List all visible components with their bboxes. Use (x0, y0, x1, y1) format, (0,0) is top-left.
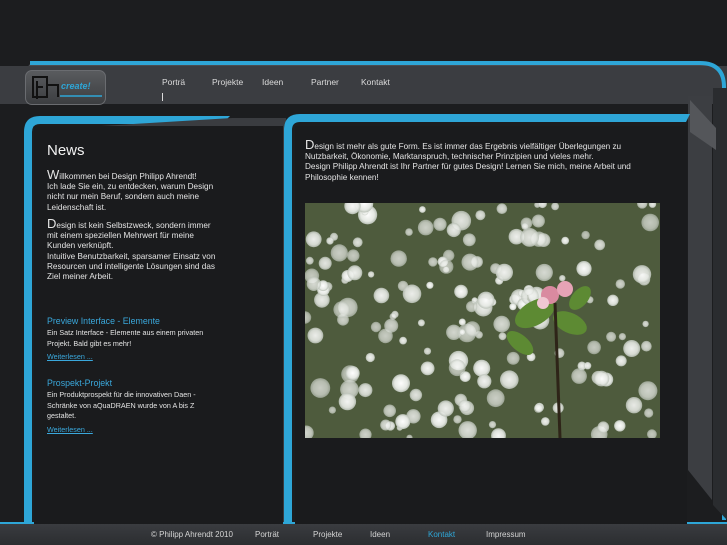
post-readmore-2[interactable]: Weiterlesen ... (47, 425, 93, 434)
news-intro-1: Willkommen bei Design Philipp Ahrendt! I… (47, 167, 247, 213)
logo-text: create! (61, 81, 91, 91)
main-intro-text: esign ist mehr als gute Form. Es ist imm… (305, 142, 631, 182)
footer-link-ideen[interactable]: Ideen (370, 530, 390, 539)
blossom-photo (305, 203, 660, 438)
post-readmore-1[interactable]: Weiterlesen ... (47, 352, 93, 361)
news-intro-2-text: esign ist kein Selbstzweck, sondern imme… (47, 221, 216, 282)
footer-link-kontakt[interactable]: Kontakt (428, 530, 455, 539)
news-intro-1-dropcap: W (47, 167, 60, 182)
footer-link-portrait[interactable]: Porträt (255, 530, 279, 539)
nav-partner[interactable]: Partner (311, 77, 339, 87)
main-intro-dropcap: D (305, 137, 315, 152)
logo[interactable]: create! (25, 70, 106, 105)
nav-projekte[interactable]: Projekte (212, 77, 243, 87)
nav-kontakt[interactable]: Kontakt (361, 77, 390, 87)
post-body-1: Ein Satz Interface - Elemente aus einem … (47, 328, 204, 348)
post-title-2[interactable]: Prospekt-Projekt (47, 378, 112, 388)
blossom-image (305, 203, 660, 438)
news-intro-2-dropcap: D (47, 216, 57, 231)
footer-copyright: © Philipp Ahrendt 2010 (151, 530, 233, 539)
footer-link-impressum[interactable]: Impressum (486, 530, 526, 539)
footer-link-projekte[interactable]: Projekte (313, 530, 342, 539)
nav-portrait[interactable]: Porträ (162, 77, 185, 87)
footer: © Philipp Ahrendt 2010 Porträt Projekte … (0, 524, 727, 545)
main-intro: Design ist mehr als gute Form. Es ist im… (305, 137, 675, 183)
news-intro-1-text: illkommen bei Design Philipp Ahrendt! Ic… (47, 172, 214, 212)
post-body-2: Ein Produktprospekt für die innovativen … (47, 390, 196, 420)
post-title-1[interactable]: Preview Interface - Elemente (47, 316, 160, 326)
nav-active-marker (162, 93, 163, 101)
nav-ideen[interactable]: Ideen (262, 77, 283, 87)
news-intro-2: Design ist kein Selbstzweck, sondern imm… (47, 216, 247, 282)
news-title: News (47, 142, 85, 159)
